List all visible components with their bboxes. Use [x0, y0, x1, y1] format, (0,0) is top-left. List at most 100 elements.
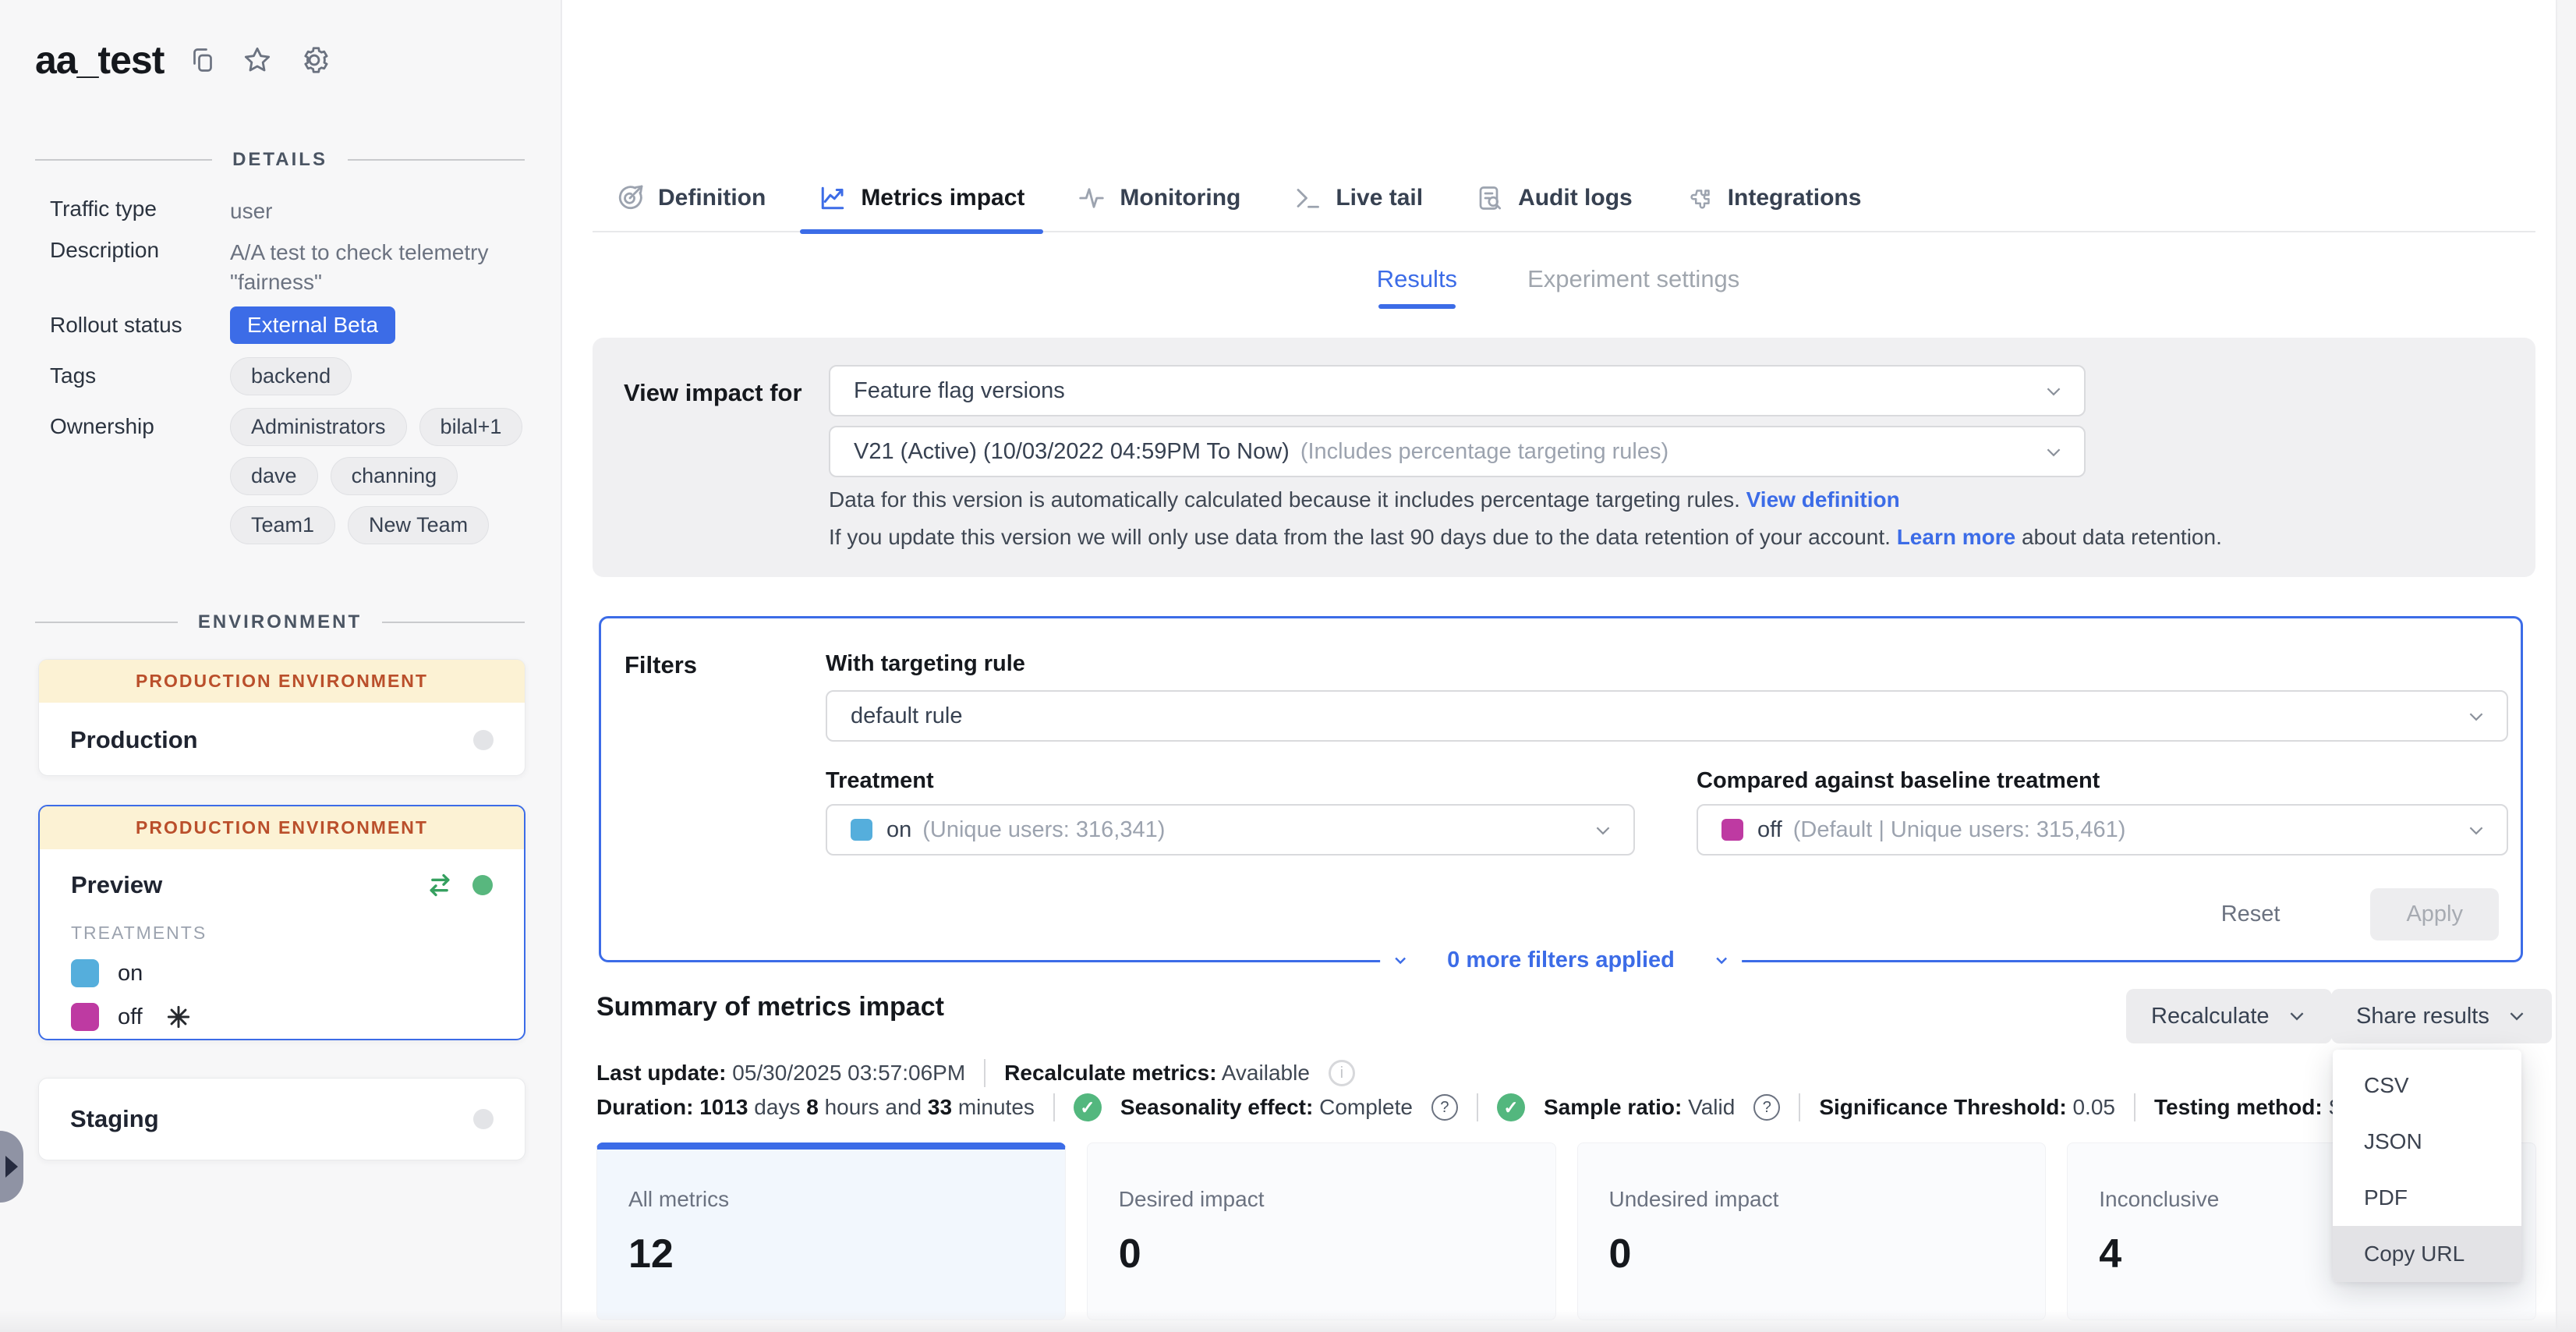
- gear-icon: [298, 44, 331, 76]
- settings-button[interactable]: [298, 44, 331, 76]
- tab-monitoring[interactable]: Monitoring: [1076, 164, 1242, 232]
- owner-pills: Administrators bilal+1 dave channing Tea…: [230, 408, 542, 544]
- status-dot-gray: [473, 730, 494, 750]
- select-value: on: [886, 817, 911, 843]
- chevron-down-icon: [1391, 951, 1410, 969]
- tab-audit-logs[interactable]: Audit logs: [1474, 164, 1634, 232]
- subtab-experiment-settings[interactable]: Experiment settings: [1527, 265, 1739, 309]
- pulse-icon: [1077, 184, 1106, 212]
- status-dot-green: [472, 875, 493, 895]
- menu-item-json[interactable]: JSON: [2333, 1114, 2521, 1170]
- share-results-button[interactable]: Share results: [2331, 989, 2552, 1043]
- owner-pill: Team1: [230, 506, 335, 544]
- apply-button[interactable]: Apply: [2370, 888, 2499, 941]
- vertical-scrollbar[interactable]: [2556, 0, 2576, 1332]
- copy-name-button[interactable]: [189, 46, 217, 74]
- details-heading-label: DETAILS: [232, 149, 327, 171]
- help-icon[interactable]: ?: [1753, 1094, 1780, 1121]
- environment-card-staging[interactable]: Staging: [38, 1078, 525, 1160]
- card-label: Undesired impact: [1609, 1187, 2015, 1212]
- treatment-select[interactable]: on (Unique users: 316,341): [826, 804, 1635, 856]
- summary-status-line-2: Duration: 1013 days 8 hours and 33 minut…: [596, 1092, 2367, 1123]
- card-undesired-impact[interactable]: Undesired impact 0: [1577, 1142, 2047, 1320]
- chevron-down-icon: [2466, 707, 2486, 727]
- impact-version-select[interactable]: V21 (Active) (10/03/2022 04:59PM To Now)…: [829, 426, 2086, 477]
- recalculate-metrics-value: Available: [1222, 1061, 1310, 1085]
- recalculate-button[interactable]: Recalculate: [2126, 989, 2332, 1043]
- impact-type-select[interactable]: Feature flag versions: [829, 365, 2086, 416]
- chevron-down-icon: [2043, 442, 2064, 462]
- tags-row: Tags backend: [50, 357, 352, 395]
- more-filters-label: 0 more filters applied: [1447, 948, 1675, 973]
- card-desired-impact[interactable]: Desired impact 0: [1087, 1142, 1556, 1320]
- select-value: V21 (Active) (10/03/2022 04:59PM To Now): [854, 439, 1290, 465]
- tab-label: Definition: [658, 185, 766, 211]
- menu-item-pdf[interactable]: PDF: [2333, 1170, 2521, 1226]
- help-icon[interactable]: ?: [1431, 1094, 1458, 1121]
- sample-ratio-value: Valid: [1688, 1095, 1735, 1119]
- seasonality-label: Seasonality effect:: [1120, 1095, 1313, 1119]
- menu-item-copy-url[interactable]: Copy URL: [2333, 1226, 2521, 1282]
- info-icon[interactable]: i: [1329, 1060, 1355, 1086]
- details-section-heading: DETAILS: [35, 144, 525, 175]
- rollout-status-label: Rollout status: [50, 306, 230, 338]
- card-all-metrics[interactable]: All metrics 12: [596, 1142, 1066, 1320]
- environment-name: Production: [70, 726, 198, 754]
- menu-item-csv[interactable]: CSV: [2333, 1057, 2521, 1114]
- targeting-rule-select[interactable]: default rule: [826, 690, 2508, 742]
- chevron-down-icon: [2043, 381, 2064, 402]
- treatment-name: on: [118, 961, 143, 987]
- duration-days: 1013: [699, 1095, 748, 1119]
- more-filters-toggle[interactable]: 0 more filters applied: [1380, 937, 1742, 983]
- view-impact-panel: View impact for Feature flag versions V2…: [593, 338, 2535, 577]
- view-definition-link[interactable]: View definition: [1746, 487, 1900, 512]
- select-value: default rule: [851, 703, 963, 729]
- baseline-treatment-select[interactable]: off (Default | Unique users: 315,461): [1697, 804, 2508, 856]
- treatment-on-color-chip: [71, 959, 99, 987]
- tab-metrics-impact[interactable]: Metrics impact: [817, 164, 1026, 232]
- swap-arrows-icon: [424, 870, 455, 901]
- puzzle-icon: [1686, 184, 1714, 212]
- separator: [1477, 1093, 1478, 1121]
- card-label: Desired impact: [1119, 1187, 1524, 1212]
- select-value-note: (Includes percentage targeting rules): [1300, 439, 1668, 465]
- description-label: Description: [50, 238, 230, 297]
- tab-integrations[interactable]: Integrations: [1684, 164, 1863, 232]
- chevron-down-icon: [2507, 1006, 2527, 1026]
- reset-button[interactable]: Reset: [2217, 901, 2285, 928]
- flag-header: aa_test: [35, 37, 331, 83]
- separator: [984, 1059, 985, 1087]
- environment-card-preview[interactable]: PRODUCTION ENVIRONMENT Preview TREATMENT…: [38, 805, 525, 1040]
- last-update-value: 05/30/2025 03:57:06PM: [732, 1061, 965, 1085]
- tab-label: Metrics impact: [861, 185, 1024, 211]
- note-text: Data for this version is automatically c…: [829, 487, 1740, 512]
- filter-actions: Reset Apply: [2217, 888, 2499, 941]
- duration-unit: days: [754, 1095, 800, 1119]
- version-auto-note: Data for this version is automatically c…: [829, 487, 1900, 512]
- tags-label: Tags: [50, 357, 230, 388]
- duration-minutes: 33: [928, 1095, 952, 1119]
- check-icon: ✓: [1497, 1093, 1525, 1121]
- data-retention-note: If you update this version we will only …: [829, 525, 2222, 550]
- share-results-menu: CSV JSON PDF Copy URL: [2333, 1050, 2521, 1282]
- favorite-button[interactable]: [242, 44, 273, 76]
- duration-unit: minutes: [958, 1095, 1035, 1119]
- tab-label: Audit logs: [1518, 185, 1633, 211]
- environment-card-production[interactable]: PRODUCTION ENVIRONMENT Production: [38, 659, 525, 776]
- owner-pill: Administrators: [230, 408, 407, 446]
- tab-definition[interactable]: Definition: [614, 164, 767, 232]
- baseline-treatment-label: Compared against baseline treatment: [1697, 768, 2100, 794]
- results-subtabs: Results Experiment settings: [561, 265, 2556, 309]
- select-value-note: (Unique users: 316,341): [922, 817, 1165, 843]
- card-value: 0: [1119, 1231, 1524, 1277]
- subtab-results[interactable]: Results: [1377, 265, 1457, 309]
- treatment-name: off: [118, 1004, 143, 1030]
- environment-name: Staging: [70, 1105, 159, 1133]
- tab-label: Live tail: [1336, 185, 1423, 211]
- view-impact-label: View impact for: [624, 379, 802, 407]
- page-title: aa_test: [35, 37, 164, 83]
- summary-status-line-1: Last update: 05/30/2025 03:57:06PM Recal…: [596, 1057, 1355, 1089]
- learn-more-link[interactable]: Learn more: [1897, 525, 2016, 549]
- environment-section-heading: ENVIRONMENT: [35, 607, 525, 638]
- tab-live-tail[interactable]: Live tail: [1292, 164, 1424, 232]
